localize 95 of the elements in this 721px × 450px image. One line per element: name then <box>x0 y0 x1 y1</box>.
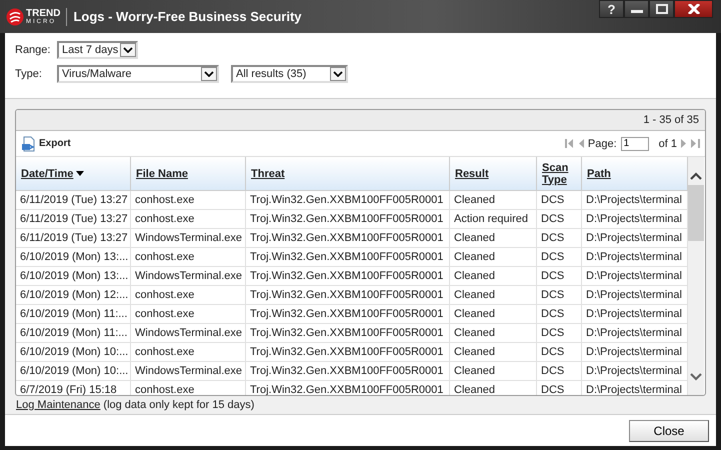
table-cell: DCS <box>537 381 582 395</box>
table-cell: WindowsTerminal.exe <box>131 229 246 247</box>
table-cell: WindowsTerminal.exe <box>131 362 246 380</box>
table-cell: conhost.exe <box>131 248 246 266</box>
result-count: 1 - 35 of 35 <box>643 114 699 126</box>
table-cell: Cleaned <box>450 324 537 342</box>
maximize-icon <box>654 4 668 14</box>
minimize-button[interactable] <box>624 0 649 18</box>
caret-icon <box>204 71 214 77</box>
table-cell: DCS <box>537 191 582 209</box>
logo-icon <box>6 8 24 26</box>
table-cell: DCS <box>537 324 582 342</box>
table-cell: Troj.Win32.Gen.XXBM100FF005R0001 <box>246 191 450 209</box>
close-button[interactable] <box>674 0 713 18</box>
table-cell: 6/11/2019 (Tue) 13:27 <box>16 210 131 228</box>
table-cell: 6/10/2019 (Mon) 11:... <box>16 324 131 342</box>
range-dropdown[interactable]: Last 7 days <box>57 41 138 59</box>
table-cell: 6/10/2019 (Mon) 10:... <box>16 362 131 380</box>
table-cell: Action required <box>450 210 537 228</box>
table-cell: Troj.Win32.Gen.XXBM100FF005R0001 <box>246 210 450 228</box>
retention-note: (log data only kept for 15 days) <box>103 399 254 411</box>
table-cell: Troj.Win32.Gen.XXBM100FF005R0001 <box>246 362 450 380</box>
first-page-icon[interactable] <box>564 139 574 148</box>
table-cell: Cleaned <box>450 248 537 266</box>
table-cell: conhost.exe <box>131 210 246 228</box>
close-icon <box>686 4 700 14</box>
table-cell: Troj.Win32.Gen.XXBM100FF005R0001 <box>246 324 450 342</box>
table-cell: Cleaned <box>450 229 537 247</box>
scroll-down-icon[interactable] <box>690 373 702 381</box>
scroll-up-icon[interactable] <box>690 172 702 180</box>
export-button[interactable]: Export <box>21 136 71 152</box>
table-cell: Troj.Win32.Gen.XXBM100FF005R0001 <box>246 286 450 304</box>
table-cell: conhost.exe <box>131 343 246 361</box>
table-cell: 6/7/2019 (Fri) 15:18 <box>16 381 131 395</box>
table-cell: Cleaned <box>450 267 537 285</box>
close-dialog-button[interactable]: Close <box>629 420 709 442</box>
table-cell: Troj.Win32.Gen.XXBM100FF005R0001 <box>246 381 450 395</box>
log-maintenance-link[interactable]: Log Maintenance <box>16 399 100 411</box>
table-cell: 6/10/2019 (Mon) 13:... <box>16 267 131 285</box>
table-cell: Cleaned <box>450 286 537 304</box>
table-cell: DCS <box>537 343 582 361</box>
column-header[interactable]: Date/Time <box>16 157 131 190</box>
table-cell: 6/11/2019 (Tue) 13:27 <box>16 191 131 209</box>
previous-page-icon[interactable] <box>578 139 584 148</box>
table-cell: Cleaned <box>450 362 537 380</box>
table-cell: 6/11/2019 (Tue) 13:27 <box>16 229 131 247</box>
table-cell: Troj.Win32.Gen.XXBM100FF005R0001 <box>246 248 450 266</box>
table-cell: Cleaned <box>450 305 537 323</box>
scrollbar-thumb[interactable] <box>688 185 704 241</box>
caret-icon <box>333 71 343 77</box>
column-header[interactable]: Scan Type <box>537 157 582 190</box>
export-icon <box>21 136 37 152</box>
range-label: Range: <box>15 44 51 56</box>
table-cell: DCS <box>537 362 582 380</box>
last-page-icon[interactable] <box>691 139 700 148</box>
table-cell: Cleaned <box>450 343 537 361</box>
table-cell: 6/10/2019 (Mon) 10:... <box>16 343 131 361</box>
table-cell: Troj.Win32.Gen.XXBM100FF005R0001 <box>246 343 450 361</box>
table-cell: conhost.exe <box>131 381 246 395</box>
maximize-button[interactable] <box>649 0 674 18</box>
page-label: Page: <box>588 138 617 150</box>
table-cell: WindowsTerminal.exe <box>131 267 246 285</box>
window-title: Logs - Worry-Free Business Security <box>73 9 302 24</box>
table-cell: conhost.exe <box>131 305 246 323</box>
table-cell: DCS <box>537 267 582 285</box>
next-page-icon[interactable] <box>681 139 687 148</box>
caret-icon <box>123 47 134 53</box>
table-cell: 6/10/2019 (Mon) 12:... <box>16 286 131 304</box>
sort-descending-icon <box>76 171 84 176</box>
table-cell: Troj.Win32.Gen.XXBM100FF005R0001 <box>246 267 450 285</box>
help-button[interactable]: ? <box>599 0 624 18</box>
table-cell: conhost.exe <box>131 286 246 304</box>
table-cell: DCS <box>537 210 582 228</box>
page-total: of 1 <box>658 138 677 150</box>
table-cell: DCS <box>537 248 582 266</box>
column-header[interactable]: Threat <box>246 157 450 190</box>
table-cell: DCS <box>537 305 582 323</box>
column-header[interactable]: File Name <box>131 157 246 190</box>
logo-text: TREND <box>26 8 60 18</box>
table-cell: DCS <box>537 229 582 247</box>
table-cell: 6/10/2019 (Mon) 11:... <box>16 305 131 323</box>
table-cell: conhost.exe <box>131 191 246 209</box>
table-cell: Troj.Win32.Gen.XXBM100FF005R0001 <box>246 229 450 247</box>
type-dropdown[interactable]: Virus/Malware <box>57 65 219 83</box>
table-cell: DCS <box>537 286 582 304</box>
table-cell: 6/10/2019 (Mon) 13:... <box>16 248 131 266</box>
table-cell: Cleaned <box>450 191 537 209</box>
table-cell: Troj.Win32.Gen.XXBM100FF005R0001 <box>246 305 450 323</box>
table-cell: WindowsTerminal.exe <box>131 324 246 342</box>
scrollbar[interactable] <box>688 157 704 395</box>
type-label: Type: <box>15 68 43 80</box>
page-field[interactable]: 1 <box>620 136 649 150</box>
table-cell: Cleaned <box>450 381 537 395</box>
results-dropdown[interactable]: All results (35) <box>231 65 348 83</box>
column-header[interactable]: Result <box>450 157 537 190</box>
